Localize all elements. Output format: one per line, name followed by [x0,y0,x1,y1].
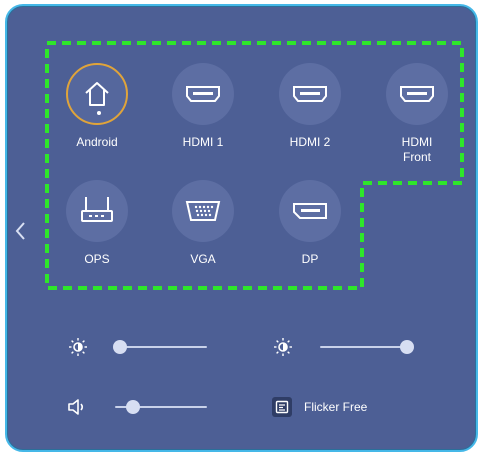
source-label: DP [301,252,319,266]
flicker-free-label: Flicker Free [304,400,368,414]
vga-port-icon [185,201,221,221]
source-android-button[interactable] [66,63,128,125]
flicker-free-icon [272,397,292,417]
source-label: OPS [84,252,110,266]
source-label: HDMI 2 [289,135,331,149]
source-label: Android [76,135,118,149]
source-hdmi-front-button[interactable] [386,63,448,125]
brightness-slider-thumb[interactable] [112,340,127,354]
brightness-control [67,337,207,357]
source-label: HDMI 1 [182,135,224,149]
source-ops[interactable]: OPS [52,180,142,266]
displayport-icon [293,203,327,219]
ops-router-icon [81,197,113,222]
flicker-free-toggle[interactable]: Flicker Free [272,397,367,417]
brightness-low-icon [67,337,89,357]
hdmi-port-icon [400,86,434,102]
volume-slider[interactable] [115,400,207,414]
volume-icon [67,397,89,417]
brightness-high-icon [272,337,294,357]
source-ops-button[interactable] [66,180,128,242]
source-vga[interactable]: VGA [158,180,248,266]
source-hdmi-front[interactable]: HDMI Front [372,63,462,164]
source-dp-button[interactable] [279,180,341,242]
source-android[interactable]: Android [52,63,142,149]
source-vga-button[interactable] [172,180,234,242]
home-icon [85,82,109,106]
input-source-panel-screen: Android HDMI 1 HDMI 2 HDMI Front OPS VGA… [0,0,490,457]
source-dp[interactable]: DP [265,180,355,266]
source-label: HDMI [401,135,433,149]
back-chevron-icon[interactable] [12,219,30,243]
active-indicator-dot [97,111,101,115]
source-hdmi-2-button[interactable] [279,63,341,125]
hdmi-port-icon [293,86,327,102]
source-hdmi-1-button[interactable] [172,63,234,125]
volume-control [67,397,207,417]
hdmi-port-icon [186,86,220,102]
source-hdmi-2[interactable]: HDMI 2 [265,63,355,149]
contrast-slider-thumb[interactable] [400,340,414,354]
contrast-slider[interactable] [320,340,414,354]
source-hdmi-1[interactable]: HDMI 1 [158,63,248,149]
volume-slider-thumb[interactable] [126,400,141,414]
brightness-slider[interactable] [112,340,207,354]
contrast-control [272,337,414,357]
source-label: VGA [190,252,216,266]
source-sublabel: Front [402,150,431,164]
